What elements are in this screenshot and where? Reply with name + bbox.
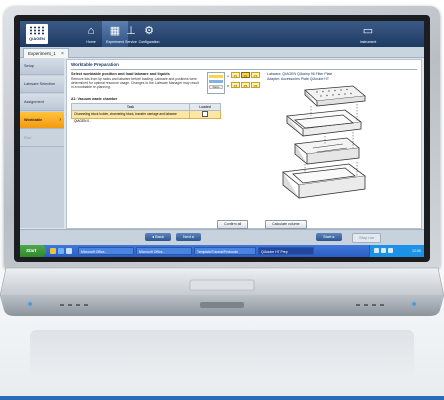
play-icon: ▸ xyxy=(331,234,335,239)
laptop-lid: QIAGEN ⌂ Home ▦ Experiment ⊥ Service ⚙ C… xyxy=(4,6,440,268)
sidebar-item-worktable[interactable]: Worktable › xyxy=(20,112,64,129)
labware-stack-illustration xyxy=(282,85,367,199)
sidebar-item-label: Assignment xyxy=(24,100,44,104)
back-button[interactable]: ◂ Back xyxy=(145,233,172,241)
next-button-label: Next xyxy=(183,234,192,239)
tab-experiment[interactable]: Experiment_1 × xyxy=(23,48,69,58)
column-header-loaded: Loaded xyxy=(189,104,220,110)
document-tab-row: Experiment_1 × xyxy=(20,47,424,58)
stop-run-button[interactable]: Stop run xyxy=(352,233,382,243)
tray-shield-icon[interactable] xyxy=(388,248,393,253)
desktop-icon[interactable] xyxy=(66,248,72,254)
desk-reflection xyxy=(30,330,414,380)
worktable-position-grid: A B P1 P2 P3 P4 P5 P6 xyxy=(227,72,260,94)
nav-instrument-label: Instrument xyxy=(359,40,377,44)
windows-taskbar: Start Microsoft Office... Microsoft Offi… xyxy=(20,245,424,257)
page-title: Worktable Preparation xyxy=(71,62,119,67)
labware-info: Labware: QIAGEN QIAamp 96 Filter Plate A… xyxy=(267,72,332,81)
taskbar-item[interactable]: Microsoft Office... xyxy=(78,247,134,255)
sidebar-item-assignment[interactable]: Assignment xyxy=(20,94,64,111)
qiagen-logo: QIAGEN xyxy=(26,24,48,44)
legend-loaded-swatch xyxy=(209,75,223,78)
worktable-slot[interactable]: P5 xyxy=(241,82,250,88)
instruction-text: Remove lids from tip racks and labware b… xyxy=(71,77,199,90)
screen-bezel: QIAGEN ⌂ Home ▦ Experiment ⊥ Service ⚙ C… xyxy=(14,15,430,262)
tray-network-icon[interactable] xyxy=(374,248,379,253)
browser-icon[interactable] xyxy=(58,248,64,254)
loaded-checkbox[interactable] xyxy=(202,111,208,118)
taskbar-item[interactable]: Microsoft Office... xyxy=(136,247,192,255)
instrument-icon: ▭ xyxy=(362,25,374,37)
next-button[interactable]: Next ▸ xyxy=(176,233,202,241)
title-divider xyxy=(71,69,417,70)
folder-icon[interactable] xyxy=(50,248,56,254)
tab-experiment-label: Experiment_1 xyxy=(28,51,56,56)
instruction-heading: Select worktable position and load labwa… xyxy=(71,72,170,76)
nav-configuration[interactable]: ⚙ Configuration xyxy=(136,21,162,47)
worktable-slot[interactable]: P2 xyxy=(241,72,250,78)
column-header-task: Task xyxy=(126,105,135,109)
start-button[interactable]: Start xyxy=(20,245,46,257)
worktable-slot[interactable]: P3 xyxy=(251,72,260,78)
nav-home[interactable]: ⌂ Home xyxy=(78,21,104,47)
logo-dots-icon xyxy=(29,26,45,35)
table-row[interactable]: Channeling block holder, channeling bloc… xyxy=(71,111,221,123)
back-button-label: Back xyxy=(155,234,165,239)
sidebar-item-label: Worktable xyxy=(24,118,43,122)
chevron-right-icon: › xyxy=(59,117,61,123)
table-header: Task Loaded xyxy=(71,103,221,111)
chevron-right-icon: ▸ xyxy=(191,234,195,239)
sidebar-item-run[interactable]: Run xyxy=(20,130,64,147)
bottom-accent-line xyxy=(0,396,444,400)
home-icon: ⌂ xyxy=(87,25,95,37)
grid-row-label: B xyxy=(227,84,230,88)
start-run-button[interactable]: Start ▸ xyxy=(316,233,342,241)
tray-volume-icon[interactable] xyxy=(381,248,386,253)
labware-name: Labware: QIAGEN QIAamp 96 Filter Plate xyxy=(267,72,333,76)
adapter-name: Adapter: Accessories Plate QIAcube HT xyxy=(267,76,330,81)
legend-selected-swatch xyxy=(209,80,223,83)
taskbar-item[interactable]: Template/Tutorial/Protocols xyxy=(194,247,256,255)
worktable-slot[interactable]: P6 xyxy=(251,82,260,88)
task-table-title: A1: Vacuum waste chamber xyxy=(71,97,118,101)
legend-waste: Waste xyxy=(209,85,223,89)
logo-text: QIAGEN xyxy=(29,36,45,41)
laptop-base xyxy=(0,267,444,316)
configuration-icon: ⚙ xyxy=(144,25,154,37)
taskbar-item[interactable]: QIAcube HT Prep xyxy=(258,247,314,255)
sidebar-item-label: Labware Selection xyxy=(24,82,56,86)
sidebar-item-setup[interactable]: Setup xyxy=(20,58,64,75)
confirm-all-button[interactable]: Confirm all xyxy=(217,220,249,229)
worktable-slot[interactable]: P1 xyxy=(231,72,240,78)
task-cell: Channeling block holder, channeling bloc… xyxy=(74,112,177,123)
sidebar-item-label: Setup xyxy=(24,64,34,68)
nav-instrument[interactable]: ▭ Instrument xyxy=(356,21,380,47)
nav-home-label: Home xyxy=(86,40,96,44)
screen: QIAGEN ⌂ Home ▦ Experiment ⊥ Service ⚙ C… xyxy=(20,21,424,257)
wizard-navigation: ◂ Back Next ▸ Start ▸ Stop run xyxy=(20,229,424,246)
worktable-panel: Worktable Preparation Select worktable p… xyxy=(66,59,422,229)
sidebar-item-labware-selection[interactable]: Labware Selection xyxy=(20,76,64,93)
sidebar-item-label: Run xyxy=(24,136,31,140)
loaded-cell xyxy=(189,111,220,118)
task-table: A1: Vacuum waste chamber Task Loaded Cha… xyxy=(71,97,221,123)
tray-clock: 12:00 xyxy=(412,249,421,253)
calculate-volume-button[interactable]: Calculate volume xyxy=(265,220,307,229)
workflow-sidebar: Setup Labware Selection Assignment Workt… xyxy=(20,58,64,228)
nav-configuration-label: Configuration xyxy=(138,40,160,44)
system-tray: 12:00 xyxy=(369,245,424,257)
close-icon[interactable]: × xyxy=(61,51,64,57)
grid-row-label: A xyxy=(227,74,230,78)
position-legend: Waste xyxy=(207,72,225,94)
top-bar: QIAGEN ⌂ Home ▦ Experiment ⊥ Service ⚙ C… xyxy=(20,21,424,47)
worktable-slot[interactable]: P4 xyxy=(231,82,240,88)
